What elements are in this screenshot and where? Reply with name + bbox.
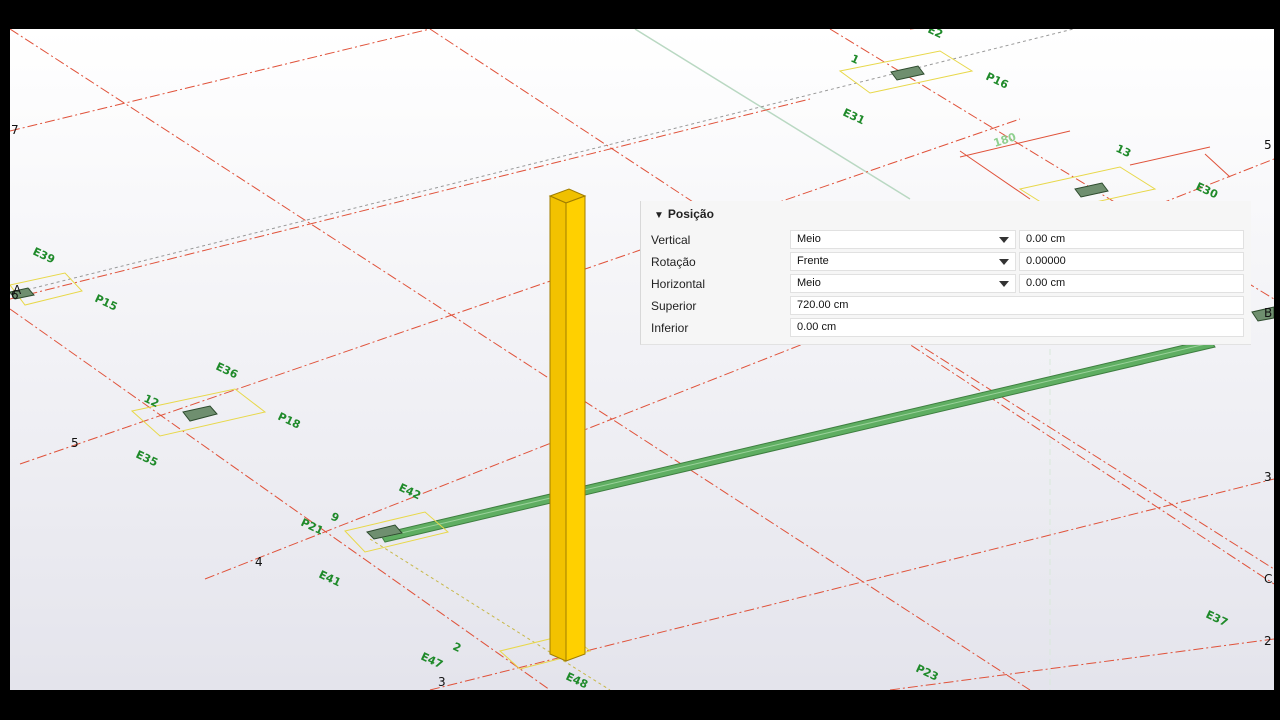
select-value: Meio (797, 233, 821, 245)
field-value: 0.00 cm (797, 321, 837, 333)
field-value: 720.00 cm (797, 299, 849, 311)
column-left-face (549, 195, 567, 662)
field-value: 0.00 cm (1026, 233, 1066, 245)
inferior-field[interactable]: 0.00 cm (790, 318, 1244, 337)
horizontal-select[interactable]: Meio (790, 274, 1016, 293)
grid-label-5-left: 5 (71, 436, 79, 450)
model-scene[interactable]: 7 A 6 5 4 3 5 B 3 C 2 E39 P15 E36 12 P18… (10, 29, 1274, 690)
select-value: Meio (797, 277, 821, 289)
column-right-face (565, 195, 586, 662)
superior-field[interactable]: 720.00 cm (790, 296, 1244, 315)
grid-label-7: 7 (11, 123, 19, 137)
property-label: Rotação (651, 255, 696, 269)
field-value: 0.00 cm (1026, 277, 1066, 289)
vertical-select[interactable]: Meio (790, 230, 1016, 249)
horizontal-offset-field[interactable]: 0.00 cm (1019, 274, 1244, 293)
grid-label-2: 2 (1264, 634, 1272, 648)
property-row-inferior: Inferior 0.00 cm (641, 318, 1251, 338)
section-title: Posição (667, 207, 714, 221)
properties-panel: ▼ Posição Vertical Meio 0.00 cm Rotação F… (640, 201, 1251, 345)
property-row-rotacao: Rotação Frente 0.00000 (641, 252, 1251, 272)
section-header-posicao[interactable]: ▼ Posição (654, 207, 714, 221)
rotacao-select[interactable]: Frente (790, 252, 1016, 271)
grid-label-b: B (1264, 306, 1272, 320)
select-value: Frente (797, 255, 829, 267)
vertical-offset-field[interactable]: 0.00 cm (1019, 230, 1244, 249)
grid-label-6: 6 (11, 288, 19, 302)
grid-label-4: 4 (255, 555, 263, 569)
property-label: Inferior (651, 321, 689, 335)
grid-label-5-right: 5 (1264, 138, 1272, 152)
selected-column[interactable] (548, 188, 587, 662)
chevron-down-icon[interactable] (999, 281, 1009, 287)
property-row-superior: Superior 720.00 cm (641, 296, 1251, 316)
rotacao-value-field[interactable]: 0.00000 (1019, 252, 1244, 271)
chevron-down-icon[interactable] (999, 259, 1009, 265)
grid-label-c: C (1264, 572, 1272, 586)
3d-viewport[interactable]: 7 A 6 5 4 3 5 B 3 C 2 E39 P15 E36 12 P18… (10, 29, 1274, 690)
field-value: 0.00000 (1026, 255, 1066, 267)
property-label: Superior (651, 299, 697, 313)
property-row-horizontal: Horizontal Meio 0.00 cm (641, 274, 1251, 294)
viewport-background (10, 29, 1274, 690)
grid-label-3-bottom: 3 (438, 675, 446, 689)
property-label: Vertical (651, 233, 691, 247)
chevron-down-icon[interactable] (999, 237, 1009, 243)
collapse-triangle-icon[interactable]: ▼ (654, 210, 664, 221)
property-label: Horizontal (651, 277, 706, 291)
property-row-vertical: Vertical Meio 0.00 cm (641, 230, 1251, 250)
grid-label-3-right: 3 (1264, 470, 1272, 484)
